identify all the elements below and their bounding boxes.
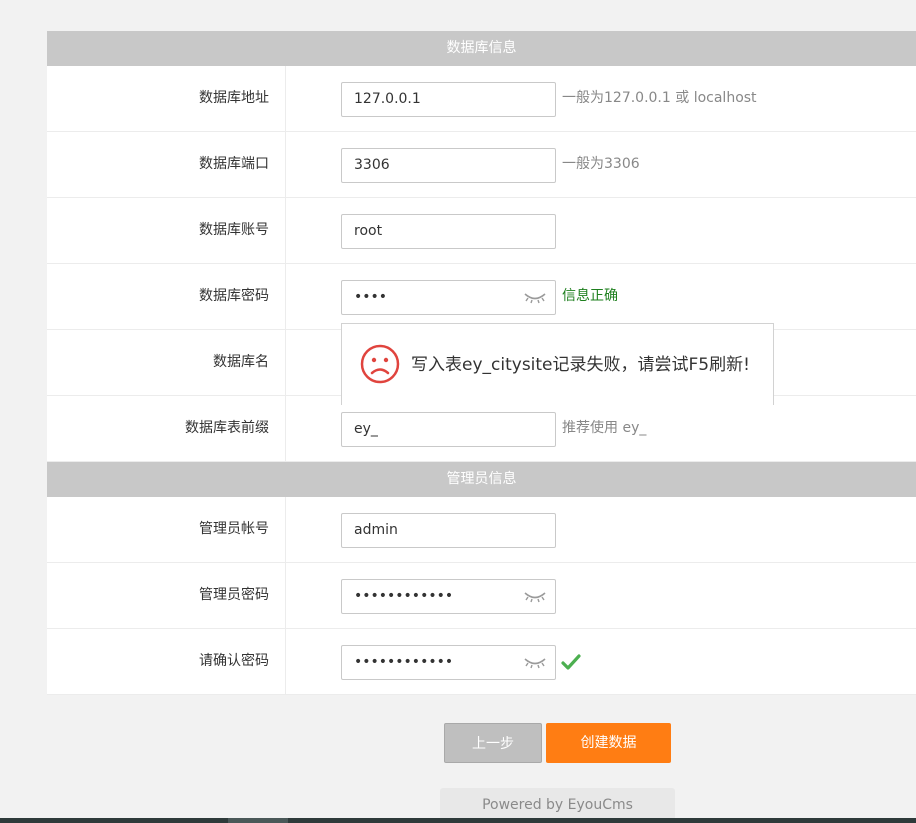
row-admin-user: 管理员帐号 admin (47, 497, 916, 563)
db-host-input[interactable]: 127.0.0.1 (341, 82, 556, 117)
db-user-input[interactable]: root (341, 214, 556, 249)
label-admin-user: 管理员帐号 (199, 521, 269, 537)
label-db-host: 数据库地址 (199, 90, 269, 106)
label-admin-password: 管理员密码 (199, 587, 269, 603)
prev-step-button[interactable]: 上一步 (444, 723, 542, 763)
label-db-password: 数据库密码 (199, 288, 269, 304)
row-admin-confirm: 请确认密码 •••••••••••• (47, 629, 916, 695)
db-prefix-input[interactable]: ey_ (341, 412, 556, 447)
label-db-prefix: 数据库表前缀 (185, 420, 269, 436)
row-db-port: 数据库端口 3306 一般为3306 (47, 132, 916, 198)
toast-message: 写入表ey_citysite记录失败，请尝试F5刷新! (411, 355, 750, 375)
label-admin-confirm: 请确认密码 (199, 653, 269, 669)
row-db-password: 数据库密码 •••• 信息正确 (47, 264, 916, 330)
label-db-port: 数据库端口 (199, 156, 269, 172)
section-header-admin: 管理员信息 (47, 462, 916, 497)
hint-db-port: 一般为3306 (562, 156, 640, 172)
eye-closed-icon[interactable] (523, 655, 547, 669)
row-db-host: 数据库地址 127.0.0.1 一般为127.0.0.1 或 localhost (47, 66, 916, 132)
powered-by-footer: Powered by EyouCms (440, 788, 675, 820)
row-admin-password: 管理员密码 •••••••••••• (47, 563, 916, 629)
label-db-name: 数据库名 (213, 354, 269, 370)
section-header-database: 数据库信息 (47, 31, 916, 66)
error-toast: 写入表ey_citysite记录失败，请尝试F5刷新! (341, 323, 774, 405)
label-db-user: 数据库账号 (199, 222, 269, 238)
eye-closed-icon[interactable] (523, 589, 547, 603)
db-port-input[interactable]: 3306 (341, 148, 556, 183)
checkmark-icon (561, 654, 581, 670)
eye-closed-icon[interactable] (523, 290, 547, 304)
taskbar-tab[interactable] (228, 818, 288, 823)
sad-face-icon (360, 344, 400, 384)
hint-db-password-ok: 信息正确 (562, 288, 618, 304)
row-db-user: 数据库账号 root (47, 198, 916, 264)
create-data-button[interactable]: 创建数据 (546, 723, 671, 763)
hint-db-host: 一般为127.0.0.1 或 localhost (562, 90, 757, 106)
taskbar-strip (0, 818, 916, 823)
admin-user-input[interactable]: admin (341, 513, 556, 548)
